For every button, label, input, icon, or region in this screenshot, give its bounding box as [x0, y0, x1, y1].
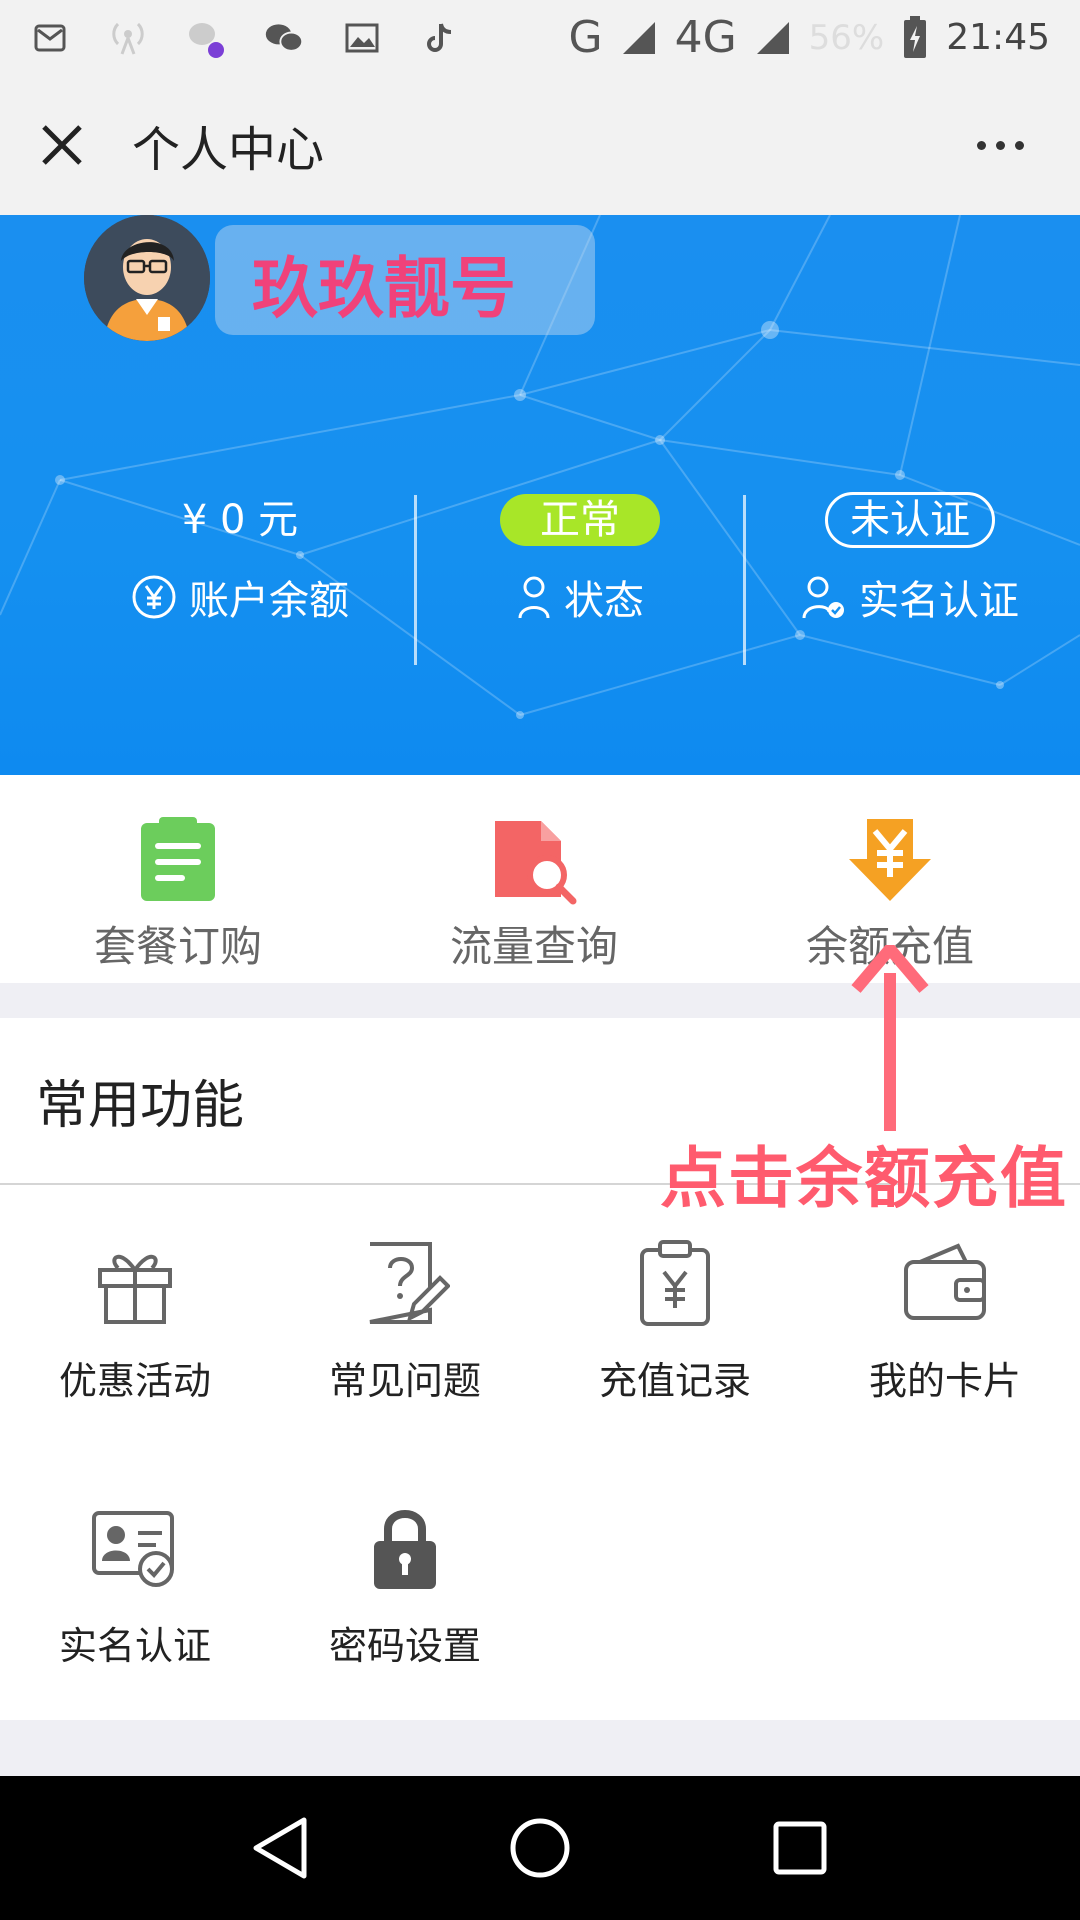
title-bar: 个人中心 — [0, 75, 1080, 215]
my-cards-label: 我的卡片 — [868, 1359, 1021, 1403]
balance-stat[interactable]: ¥ 0 元 账户余额 — [110, 490, 370, 626]
real-name-auth-label: 实名认证 — [58, 1624, 211, 1668]
recents-square-icon — [773, 1821, 827, 1875]
more-icon — [976, 140, 986, 150]
balance-value: ¥ 0 元 — [181, 497, 299, 543]
battery-charging-icon — [904, 15, 927, 58]
avatar[interactable] — [84, 215, 210, 341]
battery-percent: 56% — [808, 17, 885, 58]
recharge-records-button[interactable]: 充值记录 — [540, 1238, 810, 1405]
question-edit-icon — [369, 1242, 451, 1324]
account-stats: ¥ 0 元 账户余额 正常 状态 未认证 实名认证 — [0, 490, 1080, 680]
home-circle-icon — [510, 1818, 570, 1878]
user-icon — [518, 576, 550, 619]
wallet-icon — [904, 1243, 986, 1320]
balance-label-row: 账户余额 — [110, 568, 370, 626]
promotions-label: 优惠活动 — [58, 1359, 211, 1403]
clipboard-list-icon — [141, 817, 215, 901]
back-triangle-icon — [253, 1817, 307, 1879]
data-query-button[interactable]: 流量查询 — [404, 815, 664, 974]
auth-label-row: 实名认证 — [780, 568, 1040, 626]
status-stat: 正常 状态 — [450, 490, 710, 626]
password-settings-label: 密码设置 — [328, 1624, 481, 1668]
status-label-row: 状态 — [450, 568, 710, 626]
clock: 21:45 — [946, 17, 1050, 58]
avatar-image — [84, 215, 210, 341]
profile-hero: 玖玖靓号 ¥ 0 元 账户余额 正常 状态 未认证 实名认证 — [0, 215, 1080, 775]
system-nav-bar — [0, 1776, 1080, 1920]
signal-icon — [622, 21, 655, 54]
package-order-button[interactable]: 套餐订购 — [48, 815, 308, 974]
stat-divider — [743, 495, 746, 665]
package-order-label: 套餐订购 — [93, 922, 262, 971]
page-title: 个人中心 — [132, 122, 325, 178]
status-label: 状态 — [564, 578, 644, 624]
faq-button[interactable]: 常见问题 — [270, 1238, 540, 1405]
mail-icon — [30, 18, 70, 58]
close-button[interactable] — [32, 115, 92, 175]
more-icon-dot — [1014, 140, 1024, 150]
document-search-icon — [495, 821, 577, 905]
wechat-icon — [264, 18, 304, 58]
wechat-notify-icon — [186, 18, 226, 58]
network-4g-label: 4G — [674, 12, 737, 63]
username: 玖玖靓号 — [252, 250, 516, 327]
faq-label: 常见问题 — [328, 1359, 481, 1403]
gift-icon — [98, 1255, 172, 1324]
auth-stat[interactable]: 未认证 实名认证 — [780, 490, 1040, 626]
more-icon-dot — [995, 140, 1005, 150]
annotation-text: 点击余额充值 — [660, 1140, 1068, 1217]
balance-label: 账户余额 — [189, 578, 349, 624]
section-title: 常用功能 — [36, 1076, 245, 1136]
yuan-circle-icon — [132, 575, 176, 619]
recharge-records-label: 充值记录 — [598, 1359, 751, 1403]
annotation-arrow — [851, 945, 929, 1131]
network-g-label: G — [568, 12, 603, 63]
verified-user-icon — [802, 576, 844, 619]
yuan-clipboard-icon — [640, 1240, 710, 1326]
gallery-icon — [342, 18, 382, 58]
password-settings-button[interactable]: 密码设置 — [270, 1503, 540, 1670]
data-query-label: 流量查询 — [449, 922, 618, 971]
auth-label: 实名认证 — [859, 578, 1019, 624]
status-badge: 正常 — [500, 494, 660, 546]
yuan-down-arrow-icon — [849, 819, 931, 901]
status-bar: G 4G 56% 21:45 — [0, 0, 1080, 75]
recents-button[interactable] — [760, 1808, 840, 1888]
tiktok-icon — [420, 18, 460, 58]
my-cards-button[interactable]: 我的卡片 — [810, 1238, 1080, 1405]
real-name-auth-button[interactable]: 实名认证 — [0, 1503, 270, 1670]
hotspot-icon — [108, 18, 148, 58]
lock-icon — [374, 1510, 436, 1589]
more-menu-button[interactable] — [970, 125, 1030, 165]
close-icon — [42, 125, 82, 165]
home-button[interactable] — [500, 1808, 580, 1888]
promotions-button[interactable]: 优惠活动 — [0, 1238, 270, 1405]
signal-4g-icon — [756, 21, 789, 54]
back-button[interactable] — [240, 1808, 320, 1888]
auth-badge: 未认证 — [825, 492, 995, 548]
stat-divider — [414, 495, 417, 665]
id-card-check-icon — [92, 1511, 174, 1587]
